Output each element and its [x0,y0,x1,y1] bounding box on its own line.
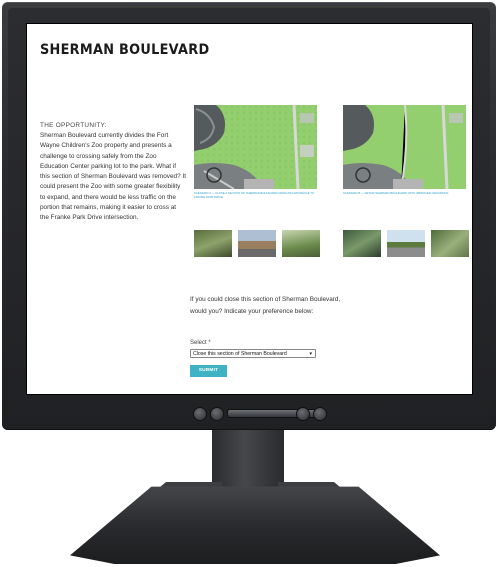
menu-button-icon[interactable] [210,407,224,421]
screen: SHERMAN BOULEVARD THE OPPORTUNITY: Sherm… [27,24,472,394]
submit-button[interactable]: SUBMIT [190,365,227,377]
select-label: Select * [190,340,211,346]
preference-select[interactable]: Close this section of Sherman Boulevard … [190,349,316,358]
aerial-map-scenario-b [343,105,466,189]
caret-down-icon: ▾ [309,351,312,357]
monitor-base [70,486,440,564]
power-button-icon[interactable] [193,407,207,421]
select-value: Close this section of Sherman Boulevard [193,351,287,357]
photo-thumbnail[interactable] [431,230,469,257]
monitor-controls [0,404,500,424]
form-question: If you could close this section of Sherm… [190,296,341,316]
photo-thumbnail[interactable] [194,230,232,257]
photo-thumbnail[interactable] [387,230,425,257]
map-caption: SCENARIO A — CLOSE A SECTION OF SHERMAN … [194,191,315,199]
aerial-map-scenario-a [194,105,317,189]
photo-thumbnail[interactable] [238,230,276,257]
section-heading: THE OPPORTUNITY: [40,122,107,129]
monitor-neck [212,430,284,488]
map-caption: SCENARIO B — RETAIN SHERMAN BOULEVARD WI… [343,191,449,195]
intro-paragraph: Sherman Boulevard currently divides the … [40,132,186,222]
power-led-icon[interactable] [313,407,327,421]
page-title: SHERMAN BOULEVARD [40,42,210,58]
photo-thumbnail[interactable] [343,230,381,257]
photo-thumbnail[interactable] [282,230,320,257]
select-button-icon[interactable] [296,407,310,421]
